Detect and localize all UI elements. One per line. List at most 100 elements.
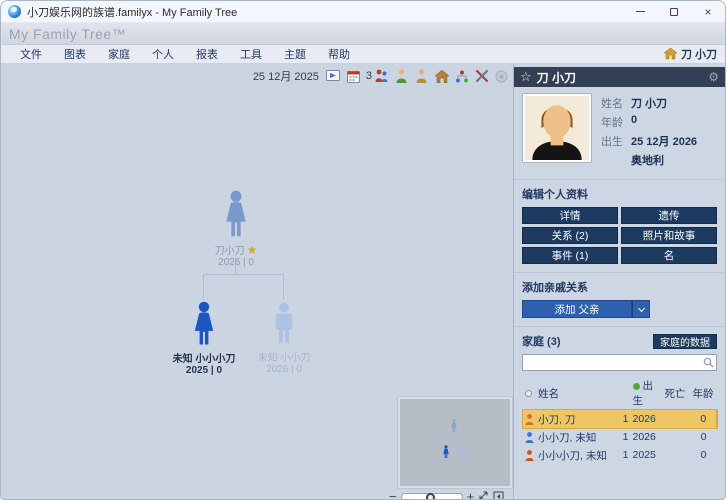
person-icon <box>525 414 534 425</box>
add-relative-dropdown[interactable] <box>632 300 650 318</box>
fit-page-icon[interactable] <box>493 490 504 500</box>
male-silhouette-icon <box>269 301 299 347</box>
cell-birth: 2026 <box>631 410 663 429</box>
add-father-button[interactable]: 添加 父亲 <box>522 300 632 318</box>
app-icon <box>8 5 21 18</box>
cell-birth: 2025 <box>631 446 663 464</box>
current-date: 25 12月 2025 <box>253 68 319 84</box>
person-count: 3 <box>366 70 372 82</box>
minimize-icon <box>636 11 645 12</box>
menu-person[interactable]: 个人 <box>141 46 185 62</box>
minimap-person-icon <box>441 445 451 459</box>
tools-icon[interactable] <box>474 69 489 84</box>
person-name: 未知 小小小刀 <box>173 350 236 365</box>
menu-help[interactable]: 帮助 <box>317 46 361 62</box>
female-silhouette-icon <box>188 301 220 348</box>
photos-stories-button[interactable]: 照片和故事 <box>621 227 717 244</box>
gear-icon[interactable]: ⚙ <box>708 70 719 84</box>
chart-icon[interactable] <box>454 69 469 84</box>
header-death[interactable]: 死亡 <box>663 377 691 410</box>
app-name: My Family Tree™ <box>9 26 126 42</box>
zoom-controls: − + <box>389 491 513 500</box>
cell-age: 0 <box>691 446 717 464</box>
menu-family[interactable]: 家庭 <box>97 46 141 62</box>
cell-name: 小小刀, 未知 <box>536 428 619 446</box>
tree-person-selected[interactable]: 未知 小小小刀 2025 | 0 <box>169 301 239 376</box>
close-icon: × <box>704 6 711 18</box>
home-icon[interactable] <box>434 69 449 84</box>
zoom-slider-thumb[interactable] <box>426 493 435 500</box>
header-name[interactable]: 姓名 <box>536 377 619 410</box>
sort-icon <box>525 390 532 397</box>
person-name-value: 刀 小刀 <box>631 95 667 111</box>
cell-name: 小小小刀, 未知 <box>536 446 619 464</box>
minimap-view[interactable] <box>400 399 510 486</box>
tree-canvas[interactable]: 25 12月 2025 3 <box>1 64 513 499</box>
family-data-button[interactable]: 家庭的数据 <box>653 334 717 349</box>
edit-profile-title: 编辑个人资料 <box>522 186 717 202</box>
menu-themes[interactable]: 主题 <box>273 46 317 62</box>
family-table: 姓名 出生 死亡 年龄 小刀, 刀 1 2026 <box>522 377 717 464</box>
cell-name: 小刀, 刀 <box>536 410 619 429</box>
table-row[interactable]: 小小刀, 未知 1 2026 0 <box>523 428 717 446</box>
minimap-person-icon <box>449 419 459 433</box>
family-icon[interactable] <box>374 69 389 84</box>
field-label: 姓名 <box>601 95 631 111</box>
cell-marker: 1 <box>619 428 631 446</box>
sidebar-header: ☆ 刀 小刀 ⚙ <box>514 67 725 87</box>
person-male-icon[interactable] <box>414 69 429 84</box>
menu-charts[interactable]: 图表 <box>53 46 97 62</box>
window-title: 小刀娱乐网的族谱.familyx - My Family Tree <box>27 4 237 20</box>
tree-person-root[interactable]: 刀小刀★ 2026 | 0 <box>208 190 264 268</box>
minimap-panel[interactable] <box>397 396 513 489</box>
header-age[interactable]: 年龄 <box>691 377 717 410</box>
maximize-button[interactable] <box>657 1 691 22</box>
heredity-button[interactable]: 遗传 <box>621 207 717 224</box>
events-button[interactable]: 事件 (1) <box>522 247 618 264</box>
slideshow-icon[interactable] <box>326 69 341 84</box>
menu-reports[interactable]: 报表 <box>185 46 229 62</box>
calendar-icon[interactable] <box>346 69 361 84</box>
star-icon[interactable]: ☆ <box>520 69 532 85</box>
menu-tools[interactable]: 工具 <box>229 46 273 62</box>
maximize-icon <box>670 8 678 16</box>
person-sidebar: ☆ 刀 小刀 ⚙ 姓名刀 小刀 年龄0 <box>513 64 725 499</box>
selected-person-name: 刀 小刀 <box>537 69 576 86</box>
names-button[interactable]: 名 <box>621 247 717 264</box>
close-button[interactable]: × <box>691 1 725 22</box>
add-relative-title: 添加亲戚关系 <box>522 279 717 295</box>
family-table-header[interactable]: 姓名 出生 死亡 年龄 <box>523 377 717 410</box>
person-info: 2026 | 0 <box>218 257 254 268</box>
avatar-placeholder <box>525 96 589 160</box>
canvas-toolbar: 25 12月 2025 3 <box>253 68 509 84</box>
cell-age: 0 <box>691 410 717 429</box>
fit-diagonal-icon[interactable] <box>478 490 489 500</box>
zoom-in-button[interactable]: + <box>467 492 475 500</box>
details-button[interactable]: 详情 <box>522 207 618 224</box>
menu-file[interactable]: 文件 <box>9 46 53 62</box>
person-name: 未知 小小刀 <box>258 349 311 364</box>
table-row[interactable]: 小小小刀, 未知 1 2025 0 <box>523 446 717 464</box>
cell-marker: 1 <box>619 410 631 429</box>
relationships-button[interactable]: 关系 (2) <box>522 227 618 244</box>
living-status-icon <box>633 383 640 390</box>
current-person-shortcut[interactable]: 刀 小刀 <box>664 46 717 62</box>
field-label: 年龄 <box>601 114 631 130</box>
minimize-button[interactable] <box>623 1 657 22</box>
person-name: 刀小刀 <box>215 246 245 257</box>
home-icon <box>664 48 677 60</box>
person-female-icon[interactable] <box>394 69 409 84</box>
zoom-out-button[interactable]: − <box>389 492 397 500</box>
family-search-input[interactable] <box>522 354 717 371</box>
menu-bar: 文件 图表 家庭 个人 报表 工具 主题 帮助 刀 小刀 <box>1 45 725 64</box>
person-photo[interactable] <box>522 93 592 163</box>
cell-death <box>663 428 691 446</box>
field-label: 出生 <box>601 133 631 149</box>
person-birthplace-value: 奥地利 <box>631 152 664 168</box>
table-row[interactable]: 小刀, 刀 1 2026 0 <box>523 410 717 429</box>
zoom-slider[interactable] <box>401 493 463 500</box>
tree-person-faded[interactable]: 未知 小小刀 2026 | 0 <box>251 301 317 375</box>
cell-death <box>663 410 691 429</box>
add-relative-section: 添加亲戚关系 添加 父亲 <box>514 273 725 326</box>
tree-connector-line <box>283 274 284 300</box>
